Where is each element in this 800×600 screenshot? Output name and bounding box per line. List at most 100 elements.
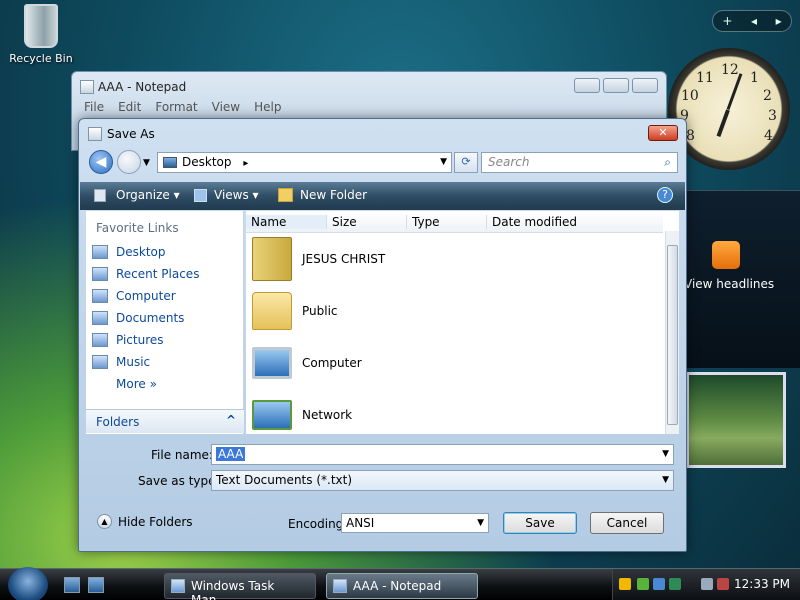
previous-gadget-button[interactable]: ◂ [751, 14, 757, 28]
recent-places-icon [92, 267, 108, 281]
favorite-link-desktop[interactable]: Desktop [92, 243, 166, 261]
item-label: Public [302, 304, 338, 318]
file-name-dropdown-icon[interactable]: ▼ [662, 445, 669, 464]
item-label: Computer [302, 356, 362, 370]
maximize-button[interactable] [603, 78, 629, 93]
chevron-up-icon: ^ [225, 413, 236, 427]
add-gadget-button[interactable]: + [722, 14, 732, 28]
organize-button[interactable]: Organize ▾ [116, 188, 180, 202]
menu-format[interactable]: Format [155, 100, 197, 114]
search-input[interactable]: Search ⌕ [481, 152, 678, 173]
rss-icon [712, 241, 740, 269]
taskbar-item-task-manager[interactable]: Windows Task Man... [164, 573, 316, 600]
switch-windows-icon[interactable] [88, 577, 104, 593]
address-dropdown-icon[interactable]: ▼ [440, 157, 447, 167]
encoding-dropdown-icon[interactable]: ▼ [477, 514, 484, 533]
check-icon[interactable] [637, 578, 649, 590]
close-button[interactable] [632, 78, 658, 93]
column-type[interactable]: Type [406, 215, 486, 229]
start-button[interactable] [8, 567, 48, 600]
link-label: Recent Places [116, 267, 200, 281]
menu-edit[interactable]: Edit [118, 100, 141, 114]
save-as-type-dropdown-icon[interactable]: ▼ [662, 471, 669, 490]
save-as-type-value: Text Documents (*.txt) [216, 473, 353, 487]
encoding-label: Encoding: [288, 517, 348, 531]
save-as-dialog[interactable]: Save As ✕ ◀ ▼ Desktop ▸ ▼ ⟳ Search ⌕ Org… [78, 118, 687, 552]
feed-headlines-gadget[interactable]: View headlines [684, 190, 800, 368]
clock-numeral: 11 [696, 70, 714, 86]
folders-toggle[interactable]: Folders ^ [86, 409, 244, 433]
recent-pages-chevron-icon[interactable]: ▼ [143, 158, 150, 168]
clock-numeral: 10 [681, 88, 699, 104]
notepad-menu-bar: File Edit Format View Help [84, 100, 281, 114]
item-label: Network [302, 408, 353, 422]
documents-icon [92, 311, 108, 325]
favorite-links-heading: Favorite Links [96, 221, 179, 235]
view-headlines-link[interactable]: View headlines [684, 277, 774, 291]
vertical-scrollbar[interactable] [665, 231, 679, 434]
task-manager-icon [171, 579, 185, 593]
slideshow-gadget[interactable] [686, 372, 786, 468]
recycle-bin[interactable]: Recycle Bin [6, 4, 76, 65]
column-size[interactable]: Size [326, 215, 406, 229]
volume-muted-icon[interactable] [717, 578, 729, 590]
address-bar[interactable]: Desktop ▸ ▼ [157, 152, 452, 173]
computer-icon [252, 347, 292, 379]
app-tray-icon[interactable] [669, 578, 681, 590]
search-icon[interactable]: ⌕ [664, 155, 671, 170]
hide-folders-button[interactable]: ▲ Hide Folders [97, 514, 193, 529]
save-as-type-select[interactable]: Text Documents (*.txt) ▼ [211, 470, 674, 491]
favorite-link-computer[interactable]: Computer [92, 287, 176, 305]
column-date-modified[interactable]: Date modified [486, 215, 606, 229]
link-label: Computer [116, 289, 176, 303]
list-item[interactable]: Public [252, 289, 338, 333]
forward-button[interactable] [117, 150, 141, 174]
cancel-button[interactable]: Cancel [590, 512, 664, 534]
file-list[interactable]: Name Size Type Date modified JESUS CHRIS… [246, 211, 679, 434]
new-folder-button[interactable]: New Folder [300, 188, 367, 202]
address-text: Desktop [182, 155, 232, 169]
notification-area: 12:33 PM [612, 569, 800, 600]
notepad-icon [333, 579, 347, 593]
network-tray-icon[interactable] [653, 578, 665, 590]
favorite-link-documents[interactable]: Documents [92, 309, 184, 327]
list-item[interactable]: JESUS CHRIST [252, 237, 385, 281]
back-button[interactable]: ◀ [89, 150, 113, 174]
column-name[interactable]: Name [246, 215, 326, 229]
computer-icon [92, 289, 108, 303]
task-label: Windows Task Man... [191, 579, 275, 600]
more-links[interactable]: More » [116, 375, 157, 393]
favorite-link-pictures[interactable]: Pictures [92, 331, 164, 349]
link-label: Desktop [116, 245, 166, 259]
address-breadcrumb-chevron-icon[interactable]: ▸ [243, 158, 248, 169]
favorite-link-music[interactable]: Music [92, 353, 150, 371]
dialog-close-button[interactable]: ✕ [648, 125, 678, 141]
encoding-select[interactable]: ANSI ▼ [341, 513, 489, 533]
menu-file[interactable]: File [84, 100, 104, 114]
views-icon [194, 189, 207, 202]
file-name-field[interactable]: AAA ▼ [211, 444, 674, 465]
refresh-button[interactable]: ⟳ [454, 152, 478, 173]
scrollbar-thumb[interactable] [667, 245, 678, 425]
taskbar-item-notepad[interactable]: AAA - Notepad [326, 573, 478, 599]
menu-view[interactable]: View [212, 100, 240, 114]
next-gadget-button[interactable]: ▸ [776, 14, 782, 28]
link-label: Music [116, 355, 151, 369]
list-item[interactable]: Computer [252, 341, 362, 385]
command-bar: Organize ▾ Views ▾ New Folder ? [80, 182, 685, 210]
save-button[interactable]: Save [503, 512, 577, 534]
security-alert-icon[interactable] [619, 578, 631, 590]
favorite-link-recent-places[interactable]: Recent Places [92, 265, 199, 283]
clock-time[interactable]: 12:33 PM [734, 577, 790, 591]
show-desktop-icon[interactable] [64, 577, 80, 593]
help-icon[interactable]: ? [657, 187, 673, 203]
recycle-bin-label: Recycle Bin [9, 52, 73, 65]
network-status-icon[interactable] [701, 578, 713, 590]
file-name-value: AAA [216, 447, 246, 461]
views-button[interactable]: Views ▾ [214, 188, 259, 202]
menu-help[interactable]: Help [254, 100, 281, 114]
list-item[interactable]: Network [252, 393, 352, 437]
task-label: AAA - Notepad [353, 579, 442, 593]
desktop-icon [163, 157, 177, 168]
minimize-button[interactable] [574, 78, 600, 93]
